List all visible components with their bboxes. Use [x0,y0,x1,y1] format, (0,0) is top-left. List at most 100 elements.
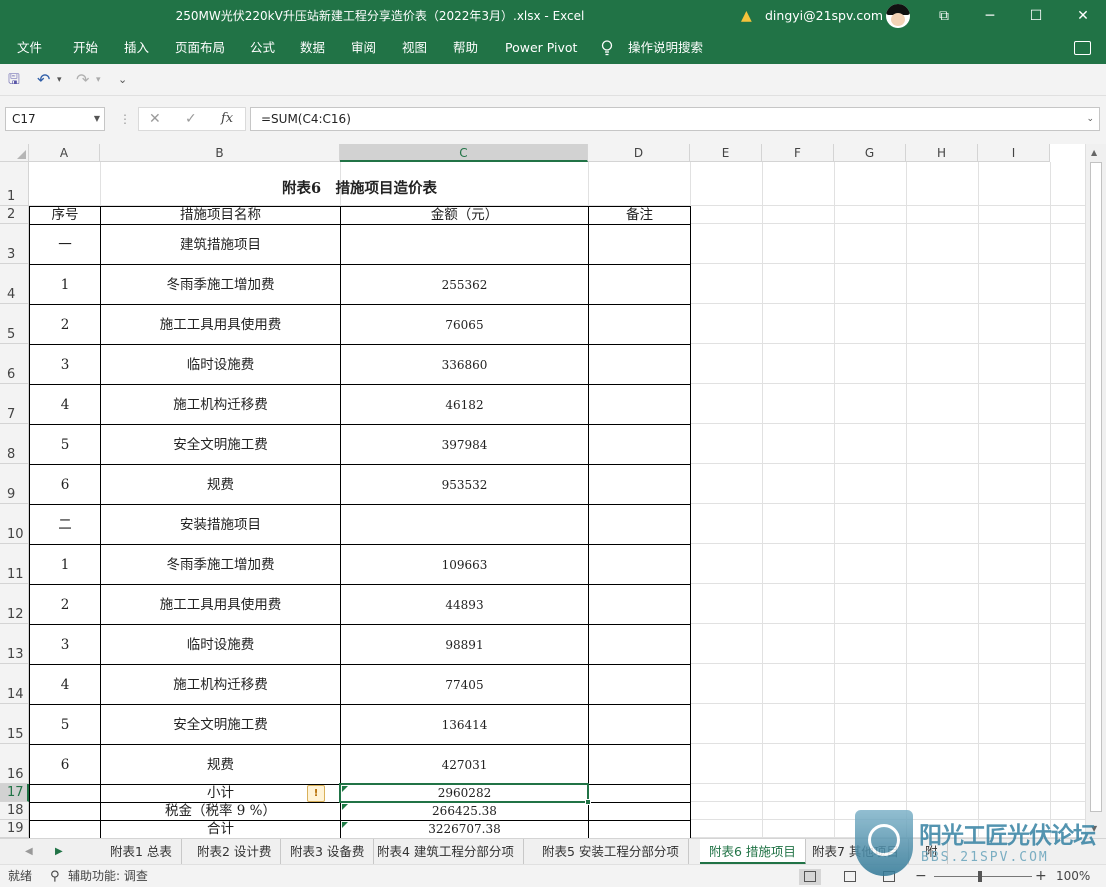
zoom-out-button[interactable]: − [915,865,927,887]
table-cell[interactable]: 合计 [101,821,340,838]
insert-function-icon[interactable]: fx [221,108,233,130]
tab-formulas[interactable]: 公式 [250,32,275,64]
row-header-4[interactable]: 4 [0,264,29,304]
ribbon-display-options-icon[interactable]: ⧉ [921,0,967,32]
table-cell[interactable] [589,225,690,264]
sheet-tab[interactable]: 附表4 建筑工程分部分项 [368,839,524,865]
table-cell[interactable]: 2 [30,305,100,344]
table-cell[interactable]: 336860 [341,345,588,384]
table-cell[interactable] [589,665,690,704]
table-cell[interactable]: 1 [30,265,100,304]
save-icon[interactable]: 🖫 [8,64,20,96]
table-cell[interactable]: 397984 [341,425,588,464]
table-cell[interactable] [589,745,690,784]
table-cell[interactable]: 施工工具用具使用费 [101,585,340,624]
undo-dropdown-icon[interactable]: ▾ [57,64,62,96]
page-break-view-button[interactable] [878,869,900,885]
table-cell[interactable]: 安装措施项目 [101,505,340,544]
table-cell[interactable]: 规费 [101,465,340,504]
table-cell[interactable]: 冬雨季施工增加费 [101,265,340,304]
table-cell[interactable]: 44893 [341,585,588,624]
row-header-14[interactable]: 14 [0,664,29,704]
row-header-7[interactable]: 7 [0,384,29,424]
customize-qat-icon[interactable]: ⌄ [118,64,127,96]
table-cell[interactable]: 施工机构迁移费 [101,665,340,704]
row-header-2[interactable]: 2 [0,206,29,224]
table-cell[interactable]: 小计 [101,785,340,802]
table-cell[interactable]: 3 [30,625,100,664]
table-cell[interactable] [589,705,690,744]
active-cell-selection[interactable] [339,783,589,803]
scrollbar-thumb[interactable] [1090,162,1102,812]
next-sheet-icon[interactable]: ▶ [55,839,63,865]
column-header-c[interactable]: C [340,144,588,162]
formula-input[interactable]: =SUM(C4:C16) ⌄ [250,107,1100,131]
tab-file[interactable]: 文件 [17,32,42,64]
name-box[interactable]: C17 ▼ [5,107,105,131]
accessibility-status[interactable]: 辅助功能: 调查 [68,865,148,887]
table-cell[interactable] [30,803,100,820]
table-cell[interactable] [589,803,690,820]
column-header-d[interactable]: D [588,144,690,162]
table-header-cell[interactable]: 备注 [589,207,690,224]
table-cell[interactable]: 3 [30,345,100,384]
table-cell[interactable]: 3226707.38 [341,821,588,838]
column-header-e[interactable]: E [690,144,762,162]
table-cell[interactable]: 税金（税率 9 %） [101,803,340,820]
row-header-13[interactable]: 13 [0,624,29,664]
fill-handle[interactable] [585,799,591,805]
tab-data[interactable]: 数据 [300,32,325,64]
avatar[interactable] [886,4,910,28]
vertical-scrollbar[interactable]: ▲ ▼ [1085,144,1106,838]
table-cell[interactable]: 6 [30,745,100,784]
table-cell[interactable]: 109663 [341,545,588,584]
prev-sheet-icon[interactable]: ◀ [25,839,33,865]
table-cell[interactable]: 427031 [341,745,588,784]
sheet-tab[interactable]: 附表3 设备费 [281,839,375,865]
table-cell[interactable]: 施工机构迁移费 [101,385,340,424]
table-cell[interactable]: 4 [30,385,100,424]
zoom-in-button[interactable]: + [1035,865,1047,887]
row-header-16[interactable]: 16 [0,744,29,784]
table-cell[interactable]: 6 [30,465,100,504]
formula-bar-grip[interactable]: ⋮ [119,107,131,131]
zoom-slider-thumb[interactable] [978,871,982,882]
table-cell[interactable]: 一 [30,225,100,264]
row-header-1[interactable]: 1 [0,162,29,206]
table-cell[interactable]: 临时设施费 [101,625,340,664]
scroll-down-icon[interactable]: ▼ [1091,824,1097,833]
tab-insert[interactable]: 插入 [124,32,149,64]
table-cell[interactable]: 136414 [341,705,588,744]
table-header-cell[interactable]: 措施项目名称 [101,207,340,224]
row-header-15[interactable]: 15 [0,704,29,744]
table-cell[interactable]: 2 [30,585,100,624]
sheet-tab[interactable]: 附表1 总表 [101,839,182,865]
sheet-tab[interactable]: 附表5 安装工程分部分项 [533,839,689,865]
table-cell[interactable]: 5 [30,425,100,464]
normal-view-button[interactable] [799,869,821,885]
row-header-8[interactable]: 8 [0,424,29,464]
zoom-slider[interactable] [934,876,1032,877]
table-cell[interactable] [589,785,690,802]
scroll-up-icon[interactable]: ▲ [1091,148,1097,157]
row-header-9[interactable]: 9 [0,464,29,504]
comments-icon[interactable] [1074,41,1091,55]
row-header-18[interactable]: 18 [0,802,29,820]
row-header-5[interactable]: 5 [0,304,29,344]
table-cell[interactable]: 77405 [341,665,588,704]
sheet-tab[interactable]: 附表6 措施项目 [700,839,806,865]
worksheet-grid[interactable]: 附表6 措施项目造价表 序号 措施项目名称 金额（元） 备注一建筑措施项目 1 冬雨季施工增… [0,144,1106,838]
minimize-button[interactable]: ─ [967,0,1013,32]
expand-formula-icon[interactable]: ⌄ [1086,108,1094,130]
column-header-f[interactable]: F [762,144,834,162]
table-cell[interactable] [589,345,690,384]
table-cell[interactable] [589,545,690,584]
tab-page-layout[interactable]: 页面布局 [175,32,225,64]
tab-view[interactable]: 视图 [402,32,427,64]
table-cell[interactable] [30,785,100,802]
table-header-cell[interactable]: 序号 [30,207,100,224]
cancel-icon[interactable]: ✕ [149,108,161,130]
table-cell[interactable]: 规费 [101,745,340,784]
tab-review[interactable]: 审阅 [351,32,376,64]
table-cell[interactable] [30,821,100,838]
